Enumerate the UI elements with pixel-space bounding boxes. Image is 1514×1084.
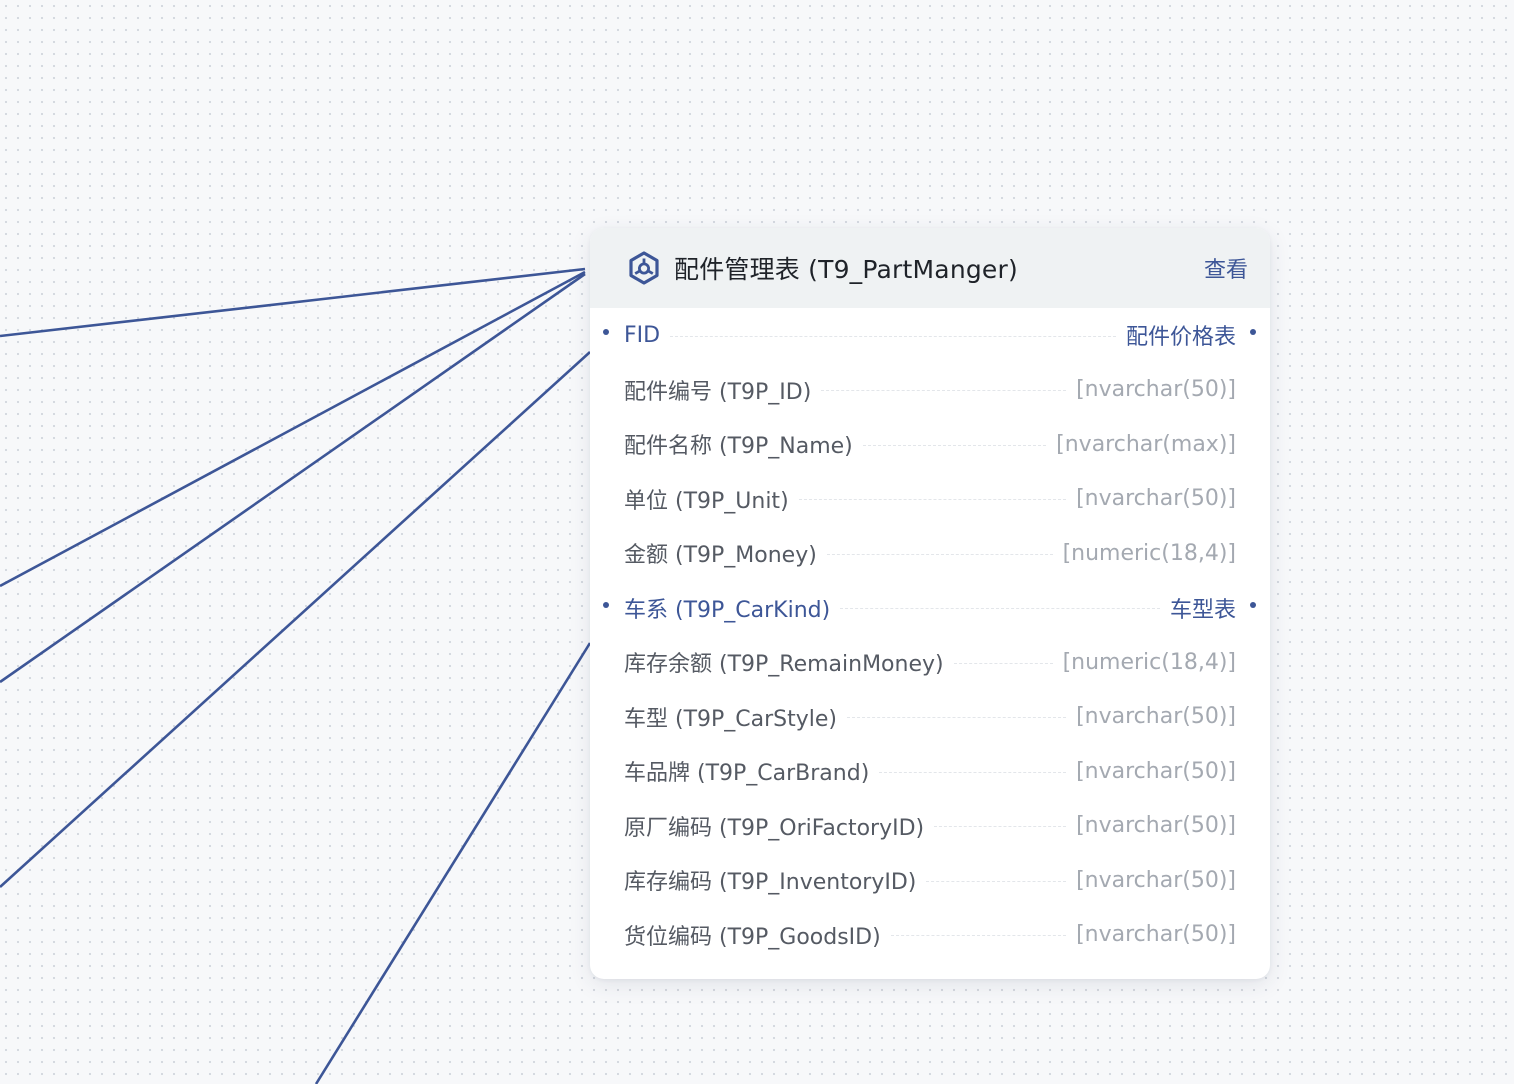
field-row[interactable]: 货位编码 (T9P_GoodsID) [nvarchar(50)] — [590, 908, 1270, 963]
dotted-leader — [821, 390, 1067, 392]
field-list: FID 配件价格表配件编号 (T9P_ID) [nvarchar(50)] 配件名称 … — [590, 308, 1270, 962]
dotted-leader — [879, 771, 1067, 773]
field-name: 配件编号 (T9P_ID) — [624, 379, 812, 405]
field-name: 车系 (T9P_CarKind) — [624, 597, 831, 623]
dotted-leader — [934, 826, 1067, 828]
connection-port-left[interactable] — [603, 329, 609, 336]
field-type: [nvarchar(50)] — [1076, 867, 1236, 893]
field-name: 原厂编码 (T9P_OriFactoryID) — [624, 815, 925, 841]
field-row-foreign-key[interactable]: 车系 (T9P_CarKind) 车型表 — [590, 581, 1270, 636]
table-node[interactable]: 配件管理表 (T9_PartManger) 查看 FID 配件价格表配件编号 (T… — [590, 228, 1270, 979]
dotted-leader — [826, 553, 1053, 555]
dotted-leader — [890, 935, 1067, 937]
field-name: 车品牌 (T9P_CarBrand) — [624, 761, 870, 787]
relation-edge[interactable] — [0, 351, 591, 888]
field-name: 金额 (T9P_Money) — [624, 543, 817, 569]
field-name: FID — [624, 322, 661, 348]
dotted-leader — [953, 662, 1053, 664]
field-row[interactable]: 库存余额 (T9P_RemainMoney) [numeric(18,4)] — [590, 635, 1270, 690]
field-name: 配件名称 (T9P_Name) — [624, 434, 853, 460]
field-name: 库存编码 (T9P_InventoryID) — [624, 870, 917, 896]
foreign-table-link[interactable]: 配件价格表 — [1126, 319, 1236, 351]
dotted-leader — [847, 717, 1067, 719]
view-button[interactable]: 查看 — [1204, 252, 1248, 284]
field-row[interactable]: 金额 (T9P_Money) [numeric(18,4)] — [590, 526, 1270, 581]
field-name: 单位 (T9P_Unit) — [624, 488, 789, 514]
field-row-foreign-key[interactable]: FID 配件价格表 — [590, 308, 1270, 363]
relation-edge[interactable] — [0, 267, 586, 338]
dotted-leader — [926, 880, 1067, 882]
dotted-leader — [798, 499, 1067, 501]
field-type: [nvarchar(max)] — [1056, 431, 1236, 457]
field-type: [nvarchar(50)] — [1076, 922, 1236, 948]
field-row[interactable]: 车品牌 (T9P_CarBrand) [nvarchar(50)] — [590, 744, 1270, 799]
relation-edge[interactable] — [314, 642, 592, 1084]
field-name: 车型 (T9P_CarStyle) — [624, 706, 838, 732]
table-title: 配件管理表 (T9_PartManger) — [674, 255, 1018, 284]
field-row[interactable]: 配件编号 (T9P_ID) [nvarchar(50)] — [590, 363, 1270, 418]
field-row[interactable]: 库存编码 (T9P_InventoryID) [nvarchar(50)] — [590, 853, 1270, 908]
field-row[interactable]: 车型 (T9P_CarStyle) [nvarchar(50)] — [590, 690, 1270, 745]
field-type: [nvarchar(50)] — [1076, 813, 1236, 839]
field-row[interactable]: 原厂编码 (T9P_OriFactoryID) [nvarchar(50)] — [590, 799, 1270, 854]
foreign-table-link[interactable]: 车型表 — [1170, 592, 1236, 624]
field-row[interactable]: 配件名称 (T9P_Name) [nvarchar(max)] — [590, 417, 1270, 472]
table-hexagon-icon — [626, 250, 662, 286]
field-type: [nvarchar(50)] — [1076, 704, 1236, 730]
table-header: 配件管理表 (T9_PartManger) 查看 — [590, 228, 1270, 308]
dotted-leader — [862, 444, 1047, 446]
field-type: [nvarchar(50)] — [1076, 758, 1236, 784]
field-type: [nvarchar(50)] — [1076, 486, 1236, 512]
connection-port-left[interactable] — [603, 601, 609, 608]
connection-port-right[interactable] — [1250, 329, 1256, 336]
field-name: 库存余额 (T9P_RemainMoney) — [624, 652, 944, 678]
field-type: [numeric(18,4)] — [1062, 540, 1236, 566]
field-type: [nvarchar(50)] — [1076, 377, 1236, 403]
dotted-leader — [670, 335, 1116, 337]
field-row[interactable]: 单位 (T9P_Unit) [nvarchar(50)] — [590, 472, 1270, 527]
field-name: 货位编码 (T9P_GoodsID) — [624, 924, 881, 950]
relation-edge[interactable] — [0, 270, 586, 588]
relation-edge[interactable] — [0, 272, 586, 684]
connection-port-right[interactable] — [1250, 601, 1256, 608]
field-type: [numeric(18,4)] — [1062, 649, 1236, 675]
dotted-leader — [840, 608, 1160, 610]
